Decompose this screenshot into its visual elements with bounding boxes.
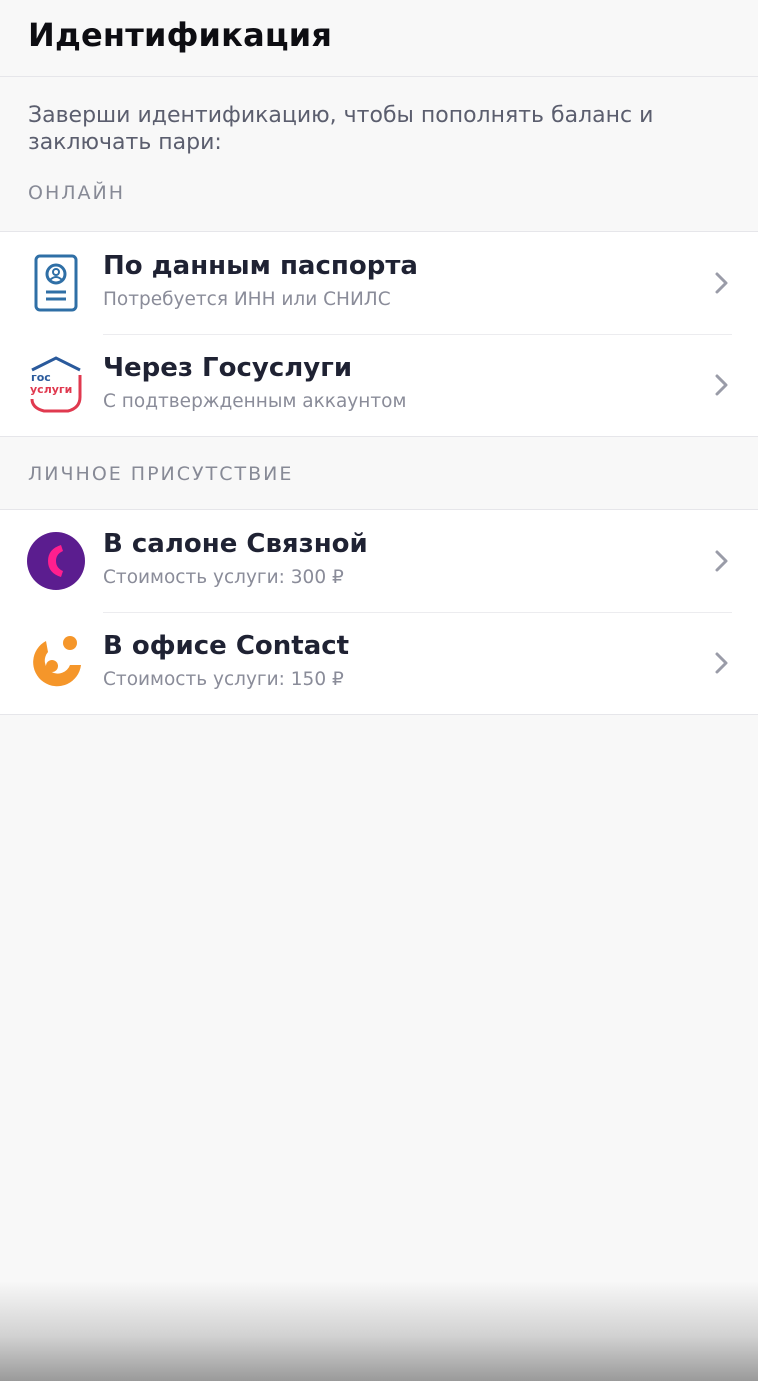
online-methods-group: По данным паспорта Потребуется ИНН или С… — [0, 231, 758, 437]
method-contact[interactable]: В офисе Contact Стоимость услуги: 150 ₽ — [0, 612, 758, 714]
page-title: Идентификация — [28, 16, 333, 54]
gosuslugi-icon: гос услуги — [30, 356, 82, 413]
method-gosuslugi[interactable]: гос услуги Через Госуслуги С подтвержден… — [0, 334, 758, 436]
method-svyaznoy[interactable]: В салоне Связной Стоимость услуги: 300 ₽ — [0, 510, 758, 612]
intro-text: Заверши идентификацию, чтобы пополнять б… — [28, 103, 654, 155]
chevron-right-icon — [715, 272, 728, 294]
app-header: Идентификация — [0, 0, 758, 77]
method-passport[interactable]: По данным паспорта Потребуется ИНН или С… — [0, 232, 758, 334]
in-person-methods-group: В салоне Связной Стоимость услуги: 300 ₽… — [0, 509, 758, 715]
chevron-right-icon — [715, 652, 728, 674]
contact-icon — [33, 636, 81, 687]
method-subtitle: Потребуется ИНН или СНИЛС — [103, 289, 391, 310]
method-title: По данным паспорта — [103, 251, 418, 281]
method-title: В офисе Contact — [103, 631, 350, 661]
section-label-in-person: ЛИЧНОЕ ПРИСУТСТВИЕ — [28, 463, 294, 485]
chevron-right-icon — [715, 374, 728, 396]
passport-icon — [34, 254, 78, 312]
method-title: Через Госуслуги — [103, 353, 353, 383]
method-subtitle: Стоимость услуги: 150 ₽ — [103, 669, 344, 690]
bottom-shadow — [0, 1281, 758, 1381]
svyaznoy-icon — [27, 532, 85, 590]
method-title: В салоне Связной — [103, 529, 368, 559]
section-label-online: ОНЛАЙН — [28, 182, 126, 204]
method-subtitle: С подтвержденным аккаунтом — [103, 391, 407, 412]
method-subtitle: Стоимость услуги: 300 ₽ — [103, 567, 344, 588]
gosuslugi-logo-text-2: услуги — [30, 383, 72, 396]
chevron-right-icon — [715, 550, 728, 572]
